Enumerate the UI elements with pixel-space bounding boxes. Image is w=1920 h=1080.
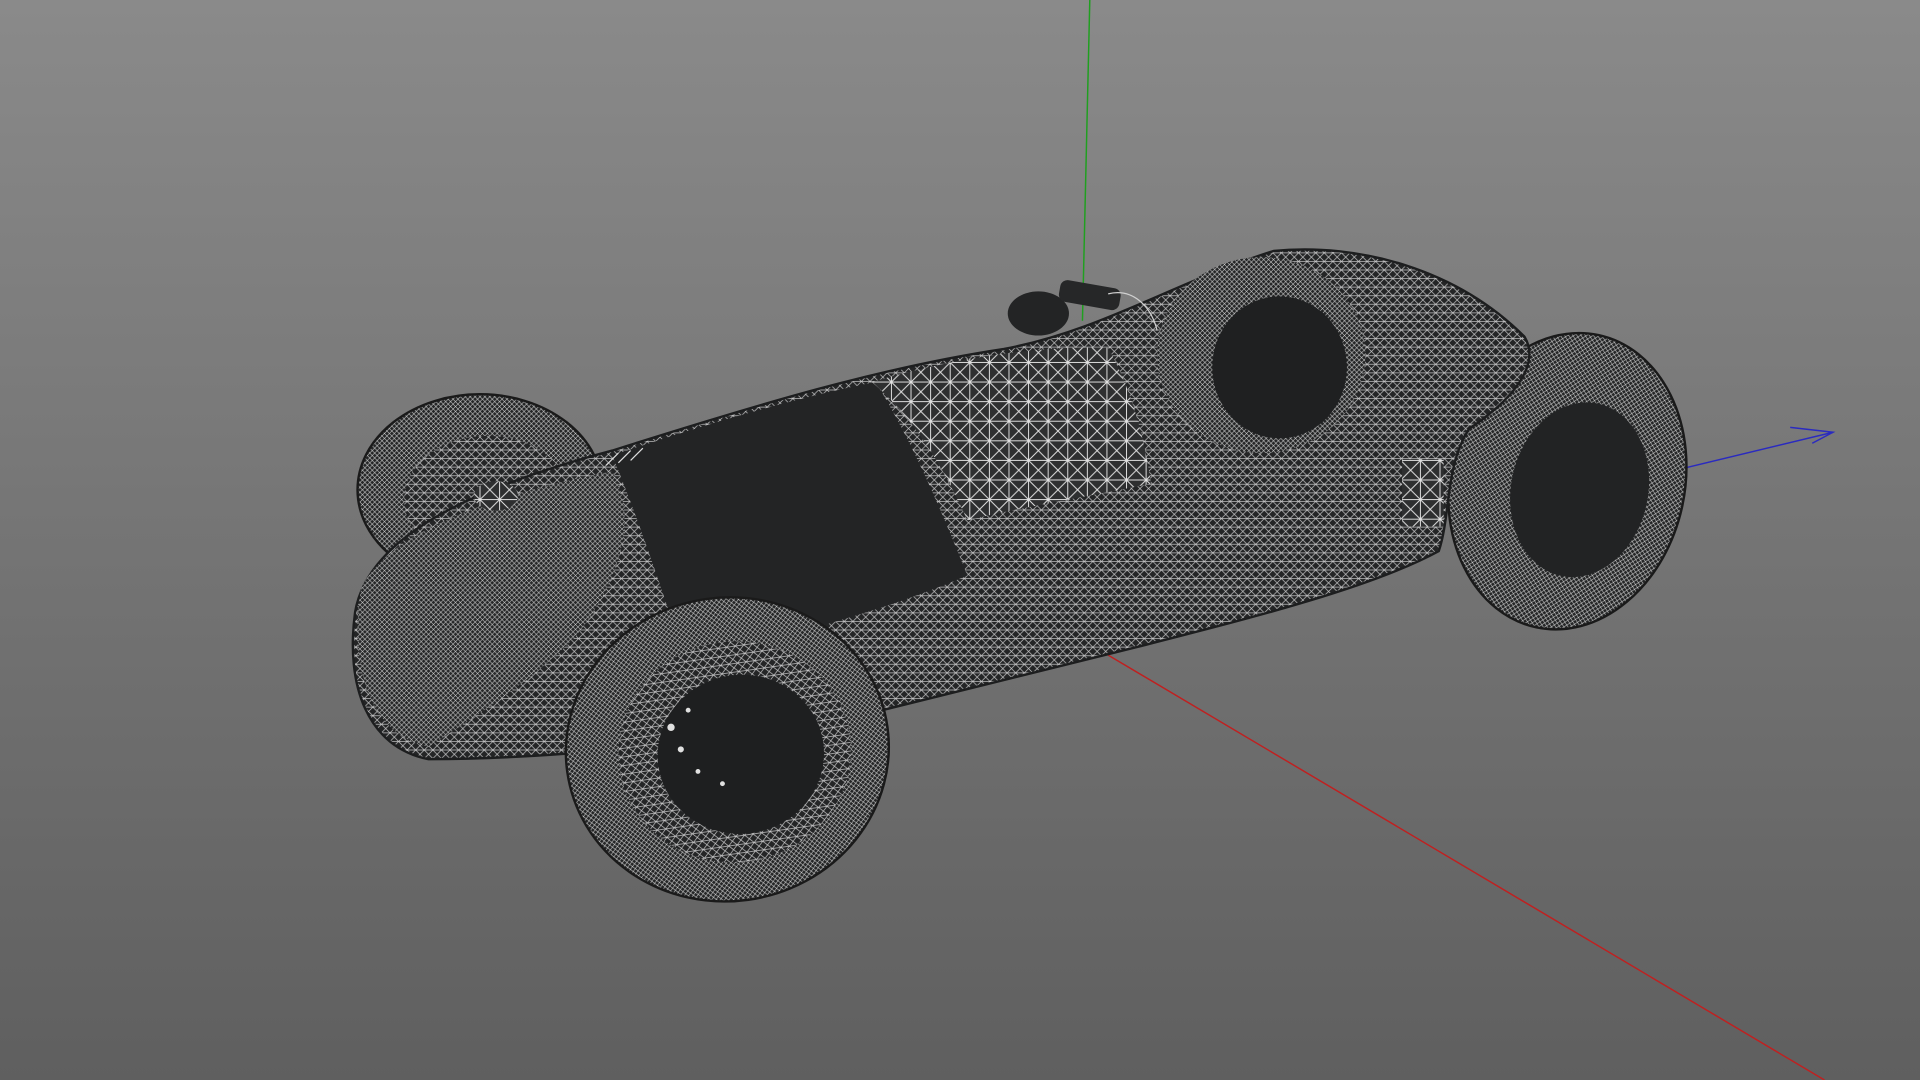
viewport-canvas[interactable]	[0, 0, 1920, 1080]
hub-detail	[473, 481, 518, 511]
3d-viewport[interactable]	[0, 0, 1920, 1080]
